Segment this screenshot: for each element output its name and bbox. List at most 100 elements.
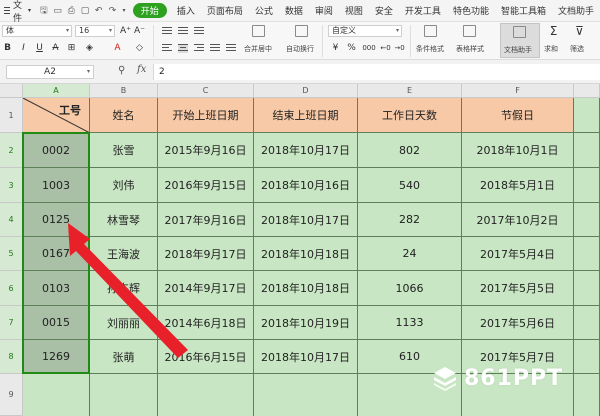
table-cell-empty[interactable] <box>574 133 600 168</box>
table-cell[interactable]: 2017年10月2日 <box>462 203 574 237</box>
table-cell[interactable]: 2017年5月6日 <box>462 306 574 340</box>
table-cell[interactable]: 2018年10月19日 <box>254 306 358 340</box>
tab-special-features[interactable]: 特色功能 <box>447 0 495 22</box>
table-cell[interactable]: 282 <box>358 203 462 237</box>
table-cell[interactable]: 540 <box>358 168 462 203</box>
table-cell[interactable]: 2018年10月1日 <box>462 133 574 168</box>
tab-review[interactable]: 审阅 <box>309 0 339 22</box>
row-header-6[interactable]: 6 <box>0 271 23 306</box>
grow-font-icon[interactable]: A⁺ <box>120 25 131 37</box>
table-cell[interactable]: 2018年5月1日 <box>462 168 574 203</box>
align-left-icon[interactable] <box>162 44 172 53</box>
font-size-select[interactable]: 16 ▾ <box>75 25 115 37</box>
italic-button[interactable]: I <box>18 42 29 54</box>
decrease-decimal-icon[interactable]: →0 <box>394 42 405 54</box>
conditional-format-label[interactable]: 条件格式 <box>416 44 444 54</box>
bold-button[interactable]: B <box>2 42 13 54</box>
zoom-icon[interactable]: ⚲ <box>118 65 125 76</box>
column-header-empty[interactable] <box>574 84 600 98</box>
table-cell[interactable]: 2016年9月15日 <box>158 168 254 203</box>
fx-icon[interactable]: fx <box>137 64 146 75</box>
tab-view[interactable]: 视图 <box>339 0 369 22</box>
table-cell[interactable]: 0015 <box>23 306 90 340</box>
conditional-format-icon[interactable] <box>424 25 437 37</box>
table-cell[interactable]: 2016年6月15日 <box>158 340 254 374</box>
table-cell[interactable]: 2017年5月5日 <box>462 271 574 306</box>
column-header-c[interactable]: C <box>158 84 254 98</box>
underline-button[interactable]: U <box>34 42 45 54</box>
row-header-8[interactable]: 8 <box>0 340 23 374</box>
table-cell[interactable]: 2017年5月4日 <box>462 237 574 271</box>
table-cell-empty[interactable] <box>574 374 600 416</box>
row-header-1[interactable]: 1 <box>0 98 23 133</box>
tab-doc-helper[interactable]: 文档助手 <box>552 0 600 22</box>
clear-format-icon[interactable]: ◇ <box>134 42 145 54</box>
merge-center-label[interactable]: 合并居中 <box>244 44 272 54</box>
filter-icon[interactable]: ⊽ <box>574 25 585 37</box>
thousands-separator-button[interactable]: 000 <box>360 42 378 54</box>
justify-icon[interactable] <box>210 44 220 53</box>
column-header-a[interactable]: A <box>23 84 90 98</box>
align-top-icon[interactable] <box>162 27 172 36</box>
table-cell[interactable]: 0167 <box>23 237 90 271</box>
header-cell[interactable]: 工号 <box>23 98 90 133</box>
align-center-icon[interactable] <box>178 44 188 53</box>
row-header-3[interactable]: 3 <box>0 168 23 203</box>
row-header-9[interactable]: 9 <box>0 374 23 416</box>
table-cell[interactable]: 2018年10月17日 <box>254 203 358 237</box>
table-cell[interactable]: 24 <box>358 237 462 271</box>
strikethrough-button[interactable]: A <box>50 42 61 54</box>
column-header-b[interactable]: B <box>90 84 158 98</box>
row-header-5[interactable]: 5 <box>0 237 23 271</box>
table-cell[interactable]: 0125 <box>23 203 90 237</box>
table-cell-empty[interactable] <box>574 168 600 203</box>
table-cell[interactable]: 孙杰辉 <box>90 271 158 306</box>
table-cell[interactable]: 0103 <box>23 271 90 306</box>
table-cell[interactable]: 张雪 <box>90 133 158 168</box>
formula-input[interactable]: 2 <box>153 64 600 80</box>
column-header-d[interactable]: D <box>254 84 358 98</box>
table-cell-empty[interactable] <box>158 374 254 416</box>
tab-security[interactable]: 安全 <box>369 0 399 22</box>
align-bottom-icon[interactable] <box>194 27 204 36</box>
table-cell[interactable]: 刘伟 <box>90 168 158 203</box>
doc-helper-button[interactable]: 文档助手 <box>500 23 540 58</box>
table-cell[interactable]: 2018年9月17日 <box>158 237 254 271</box>
shrink-font-icon[interactable]: A⁻ <box>134 25 145 37</box>
table-cell[interactable]: 刘丽丽 <box>90 306 158 340</box>
table-cell[interactable]: 2018年10月18日 <box>254 237 358 271</box>
tab-developer[interactable]: 开发工具 <box>399 0 447 22</box>
header-cell[interactable]: 节假日 <box>462 98 574 133</box>
table-cell[interactable]: 2018年10月16日 <box>254 168 358 203</box>
tab-data[interactable]: 数据 <box>279 0 309 22</box>
wrap-text-icon[interactable] <box>295 25 308 37</box>
filter-label[interactable]: 筛选 <box>570 44 584 54</box>
table-cell[interactable]: 2018年10月17日 <box>254 340 358 374</box>
table-cell[interactable]: 1066 <box>358 271 462 306</box>
table-style-icon[interactable] <box>463 25 476 37</box>
font-color-button[interactable]: A <box>112 42 123 54</box>
table-cell[interactable]: 2014年6月18日 <box>158 306 254 340</box>
table-cell[interactable]: 张萌 <box>90 340 158 374</box>
table-cell[interactable]: 802 <box>358 133 462 168</box>
redo-icon[interactable]: ↷ <box>108 4 118 18</box>
undo-icon[interactable]: ↶ <box>94 4 104 18</box>
name-box[interactable]: A2 ▾ <box>6 65 94 79</box>
header-cell[interactable]: 工作日天数 <box>358 98 462 133</box>
header-cell[interactable]: 结束上班日期 <box>254 98 358 133</box>
font-name-select[interactable]: 体 ▾ <box>2 25 72 37</box>
table-cell[interactable]: 1269 <box>23 340 90 374</box>
header-cell[interactable]: 开始上班日期 <box>158 98 254 133</box>
align-right-icon[interactable] <box>194 44 204 53</box>
row-header-4[interactable]: 4 <box>0 203 23 237</box>
increase-decimal-icon[interactable]: ←0 <box>380 42 391 54</box>
table-cell-empty[interactable] <box>574 306 600 340</box>
table-cell[interactable]: 1003 <box>23 168 90 203</box>
table-cell[interactable]: 2015年9月16日 <box>158 133 254 168</box>
wrap-text-label[interactable]: 自动换行 <box>286 44 314 54</box>
table-cell[interactable]: 林雪琴 <box>90 203 158 237</box>
tab-insert[interactable]: 插入 <box>171 0 201 22</box>
table-style-label[interactable]: 表格样式 <box>456 44 484 54</box>
tab-home[interactable]: 开始 <box>132 3 167 18</box>
table-cell-empty[interactable] <box>254 374 358 416</box>
